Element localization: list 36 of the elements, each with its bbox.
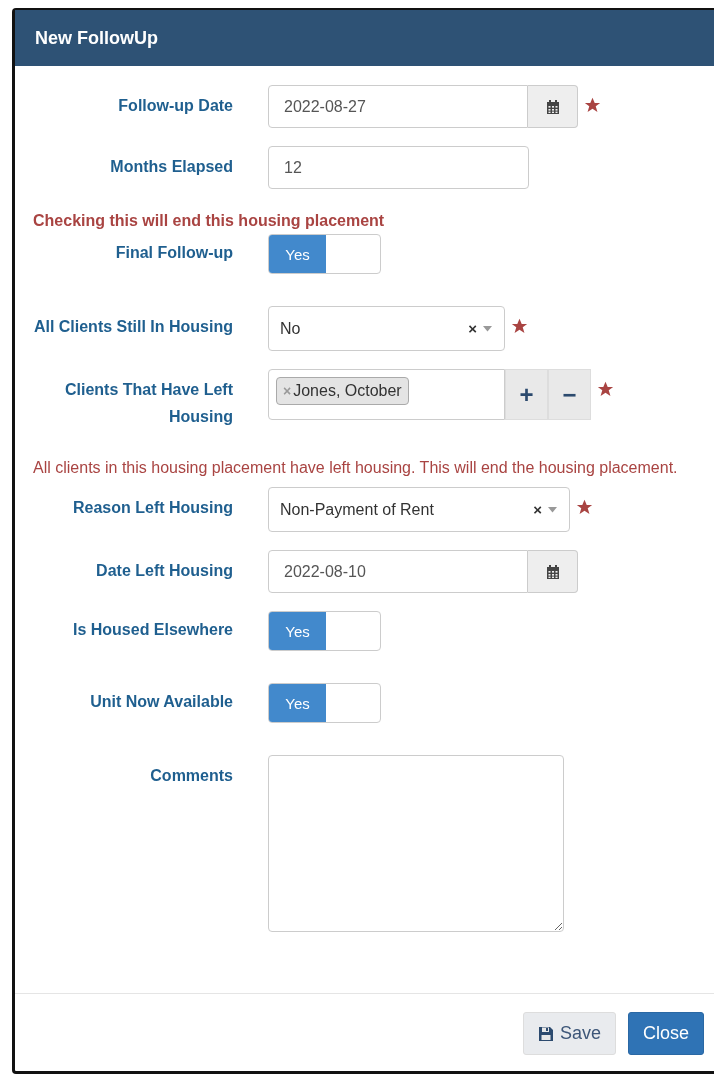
select-field[interactable]: No × (268, 306, 505, 351)
clear-icon[interactable]: × (468, 320, 477, 337)
field-label: Is Housed Elsewhere (71, 620, 233, 640)
calendar-button[interactable] (528, 550, 578, 593)
field-label: Follow-up Date (117, 96, 233, 116)
warning-text: Checking this will end this housing placement (32, 211, 386, 231)
close-button[interactable]: Close (627, 1012, 704, 1055)
toggle-switch[interactable]: Yes (268, 234, 381, 274)
field-label: All Clients Still In Housing (32, 317, 233, 337)
field-label: Comments (149, 766, 233, 786)
field-label: Date Left Housing (95, 561, 233, 581)
comments-field[interactable] (268, 755, 564, 932)
toggle-switch[interactable]: Yes (268, 611, 381, 651)
calendar-button[interactable] (528, 85, 578, 128)
select-field[interactable]: Non-Payment of Rent × (268, 487, 570, 532)
tag-label: Jones, October (293, 382, 402, 400)
clear-icon[interactable]: × (533, 501, 542, 518)
remove-button[interactable]: − (548, 369, 591, 420)
field-label: Final Follow-up (114, 243, 233, 263)
calendar-icon (544, 98, 561, 115)
field-label: Clients That Have Left Housing (63, 380, 233, 427)
date-field[interactable]: 2022-08-10 (268, 550, 528, 593)
multi-select-field[interactable]: ×Jones, October (268, 369, 505, 420)
add-button[interactable]: + (505, 369, 548, 420)
caret-icon (548, 506, 557, 513)
caret-icon (483, 325, 492, 332)
field-label: Reason Left Housing (72, 498, 233, 518)
field-label: Months Elapsed (109, 157, 233, 177)
date-field[interactable]: 2022-08-27 (268, 85, 528, 128)
calendar-icon (544, 563, 561, 580)
dialog-title: New FollowUp (35, 27, 158, 49)
warning-text: All clients in this housing placement have left housing. This will end the housing placement. (32, 458, 679, 478)
field-label: Unit Now Available (89, 692, 233, 712)
text-field[interactable]: 12 (268, 146, 529, 189)
save-button[interactable]: Save (522, 1012, 616, 1055)
toggle-switch[interactable]: Yes (268, 683, 381, 723)
